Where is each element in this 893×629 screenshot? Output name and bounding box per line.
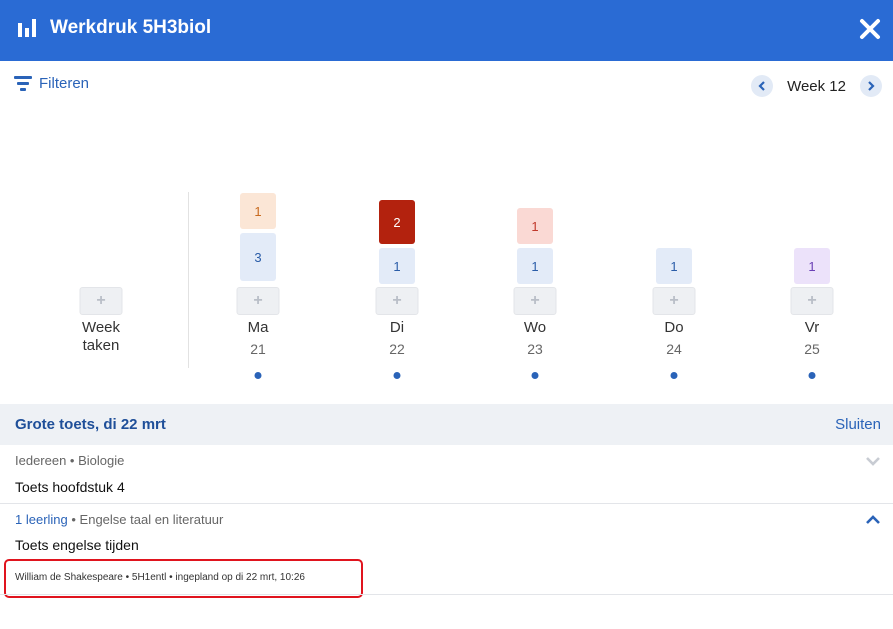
chevron-down-icon[interactable] bbox=[865, 455, 881, 467]
item-name: Toets engelse tijden bbox=[15, 537, 139, 553]
add-task-button[interactable]: + bbox=[375, 287, 419, 315]
day-indicator-dot bbox=[393, 372, 401, 379]
add-task-button[interactable]: + bbox=[236, 287, 280, 315]
day-indicator-dot bbox=[808, 372, 816, 379]
day-name: Di bbox=[389, 319, 405, 336]
bar-chart-icon bbox=[18, 19, 36, 37]
workload-badge[interactable]: 1 bbox=[794, 248, 830, 284]
day-indicator-dot bbox=[254, 372, 262, 379]
week-tasks-column: + Week taken bbox=[61, 111, 141, 404]
dialog-header: Werkdruk 5H3biol bbox=[0, 0, 893, 61]
chevron-up-icon[interactable] bbox=[865, 514, 881, 526]
day-name: Wo bbox=[523, 319, 547, 336]
dialog-title: Werkdruk 5H3biol bbox=[50, 17, 212, 38]
day-column-ma: 1 3 + Ma 21 bbox=[218, 111, 298, 404]
week-tasks-label: Week taken bbox=[81, 319, 121, 354]
filter-label: Filteren bbox=[39, 75, 90, 92]
chevron-left-icon bbox=[758, 81, 765, 91]
highlight-box bbox=[4, 559, 363, 598]
day-name: Ma bbox=[247, 319, 269, 336]
day-indicator-dot bbox=[670, 372, 678, 379]
workload-badge[interactable]: 1 bbox=[240, 193, 276, 229]
close-icon[interactable] bbox=[859, 18, 881, 40]
filter-icon bbox=[14, 75, 32, 91]
workload-badge[interactable]: 1 bbox=[656, 248, 692, 284]
workload-badge[interactable]: 1 bbox=[379, 248, 415, 284]
close-section-link[interactable]: Sluiten bbox=[835, 416, 881, 433]
workload-badge[interactable]: 1 bbox=[517, 248, 553, 284]
add-week-task-button[interactable]: + bbox=[79, 287, 123, 315]
week-label: Week 12 bbox=[787, 77, 846, 95]
chevron-right-icon bbox=[868, 81, 875, 91]
day-column-vr: 1 + Vr 25 bbox=[772, 111, 852, 404]
add-task-button[interactable]: + bbox=[513, 287, 557, 315]
workload-badge[interactable]: 1 bbox=[517, 208, 553, 244]
day-name: Vr bbox=[804, 319, 820, 336]
week-navigation: Week 12 bbox=[751, 75, 882, 97]
workload-badge[interactable]: 3 bbox=[240, 233, 276, 281]
section-header: Grote toets, di 22 mrt Sluiten bbox=[0, 404, 893, 445]
day-number: 22 bbox=[389, 341, 405, 357]
toolbar: Filteren Week 12 bbox=[0, 61, 893, 111]
previous-week-button[interactable] bbox=[751, 75, 774, 97]
day-number: 25 bbox=[804, 341, 820, 357]
add-task-button[interactable]: + bbox=[790, 287, 834, 315]
list-item[interactable]: Iedereen • Biologie Toets hoofdstuk 4 bbox=[0, 445, 893, 503]
student-count-link[interactable]: 1 leerling bbox=[15, 512, 68, 527]
day-name: Do bbox=[664, 319, 684, 336]
add-task-button[interactable]: + bbox=[652, 287, 696, 315]
workload-badge[interactable]: 2 bbox=[379, 200, 415, 244]
day-number: 24 bbox=[666, 341, 682, 357]
item-name: Toets hoofdstuk 4 bbox=[15, 479, 125, 495]
day-column-di: 2 1 + Di 22 bbox=[357, 111, 437, 404]
week-calendar: + Week taken 1 3 + Ma 21 2 1 + Di 22 1 1… bbox=[0, 111, 893, 404]
day-number: 21 bbox=[250, 341, 266, 357]
day-column-do: 1 + Do 24 bbox=[634, 111, 714, 404]
filter-button[interactable]: Filteren bbox=[14, 75, 89, 92]
day-indicator-dot bbox=[531, 372, 539, 379]
day-column-wo: 1 1 + Wo 23 bbox=[495, 111, 575, 404]
day-number: 23 bbox=[527, 341, 543, 357]
item-divider bbox=[0, 594, 893, 595]
item-meta: Iedereen • Biologie bbox=[15, 453, 125, 468]
section-title: Grote toets, di 22 mrt bbox=[15, 416, 166, 433]
column-divider bbox=[188, 192, 189, 368]
next-week-button[interactable] bbox=[860, 75, 882, 97]
item-meta: 1 leerling • Engelse taal en literatuur bbox=[15, 512, 224, 527]
